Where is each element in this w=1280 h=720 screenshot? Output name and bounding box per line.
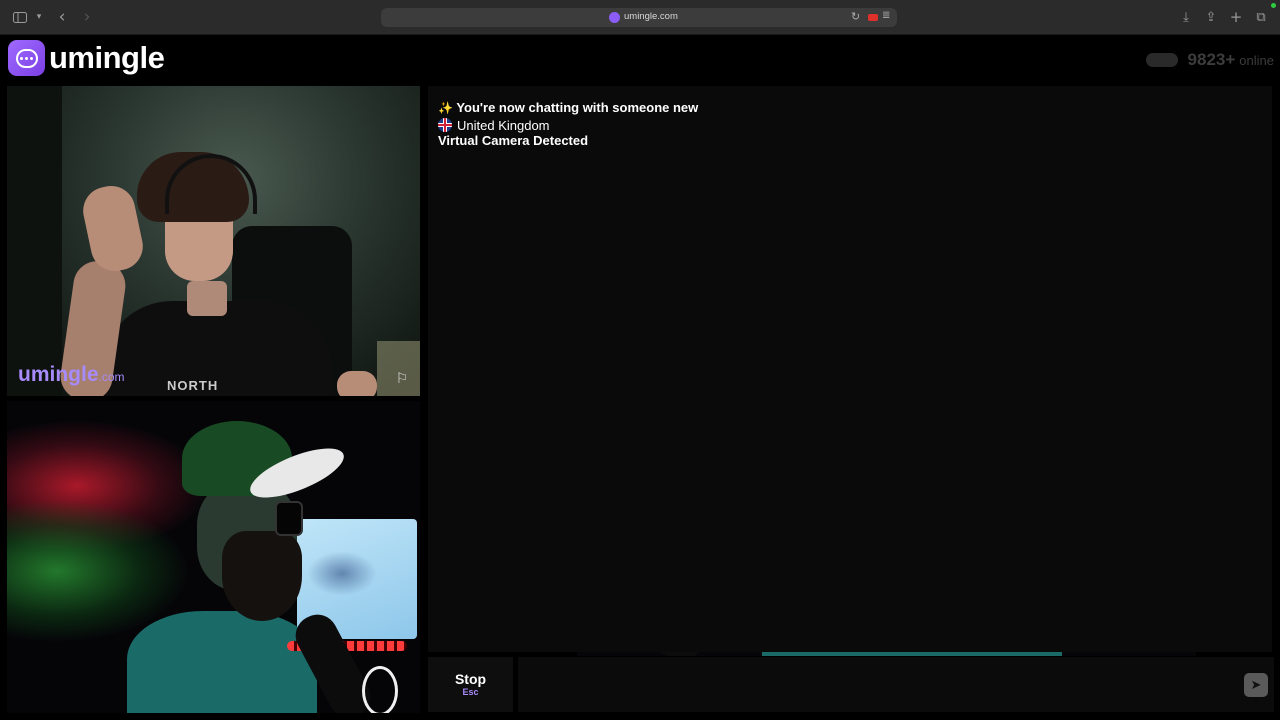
tab-overview-icon[interactable]: ⧉ [1253, 9, 1269, 25]
online-count: 9823+ [1187, 50, 1236, 69]
video-watermark: umingle.com [18, 363, 125, 386]
umingle-logo-icon[interactable] [8, 40, 45, 76]
chat-message: Virtual Camera Detected [438, 133, 588, 148]
stop-shortcut: Esc [462, 687, 479, 697]
share-icon[interactable]: ⇪ [1203, 9, 1219, 25]
shirt-print: NORTH [167, 378, 219, 393]
sparkles-icon: ✨ [438, 101, 453, 115]
chat-panel: ✨ You're now chatting with someone new U… [428, 86, 1272, 652]
download-icon[interactable]: ⤓ [1178, 9, 1194, 25]
online-label: online [1239, 53, 1274, 68]
sidebar-toggle-icon[interactable] [12, 9, 28, 25]
url-text: umingle.com [624, 11, 678, 22]
stop-label: Stop [454, 671, 487, 687]
site-logo-text[interactable]: umingle [49, 40, 165, 76]
forward-icon[interactable]: › [80, 7, 94, 27]
reader-icon[interactable]: ≣ [882, 10, 890, 21]
stranger-video: NORTH umingle.com ⚐ [7, 86, 420, 396]
recording-indicator-icon [868, 14, 878, 21]
message-box [518, 657, 1274, 712]
address-bar[interactable]: umingle.com ↻ ≣ [381, 8, 897, 27]
browser-toolbar: ▾ ‹ › umingle.com ↻ ≣ ⤓ ⇪ + ⧉ [0, 0, 1280, 35]
chevron-down-icon[interactable]: ▾ [34, 9, 44, 25]
chat-message: ✨ You're now chatting with someone new [438, 100, 698, 115]
self-video [7, 401, 420, 713]
chat-message-text: You're now chatting with someone new [456, 100, 699, 115]
status-toggle[interactable] [1145, 53, 1178, 67]
message-input[interactable] [518, 657, 1218, 712]
camera-in-use-indicator [1271, 3, 1276, 8]
chat-message-text: Virtual Camera Detected [438, 133, 589, 148]
send-icon[interactable]: ➤ [1244, 673, 1268, 697]
stop-button[interactable]: Stop Esc [428, 657, 513, 712]
new-tab-icon[interactable]: + [1228, 8, 1244, 26]
uk-flag-icon [438, 118, 452, 132]
report-flag-icon[interactable]: ⚐ [392, 369, 412, 389]
chat-message-text: United Kingdom [457, 118, 550, 133]
site-favicon-icon [609, 12, 620, 23]
online-counter: 9823+ online [1145, 50, 1274, 70]
reload-icon[interactable]: ↻ [851, 10, 860, 23]
back-icon[interactable]: ‹ [55, 7, 69, 27]
chat-message: United Kingdom [438, 118, 550, 133]
